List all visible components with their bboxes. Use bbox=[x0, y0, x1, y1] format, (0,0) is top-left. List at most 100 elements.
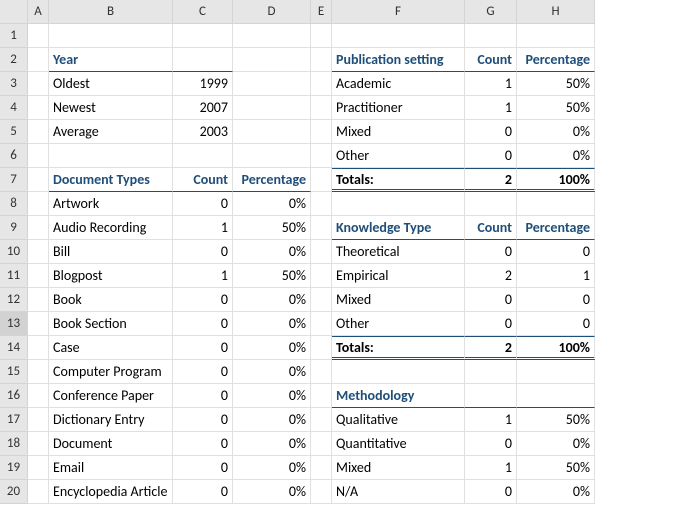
cell[interactable] bbox=[465, 384, 517, 408]
cell[interactable]: Book bbox=[49, 288, 173, 312]
doc-header-pct[interactable]: Percentage bbox=[233, 168, 311, 192]
cell[interactable]: 1 bbox=[517, 264, 595, 288]
cell[interactable]: 0% bbox=[517, 120, 595, 144]
know-header-pct[interactable]: Percentage bbox=[517, 216, 595, 240]
cell[interactable] bbox=[173, 144, 233, 168]
cell[interactable]: 0 bbox=[465, 240, 517, 264]
cell[interactable]: 0 bbox=[465, 432, 517, 456]
row-header[interactable]: 19 bbox=[0, 456, 28, 480]
cell[interactable]: Mixed bbox=[332, 120, 465, 144]
col-header-A[interactable]: A bbox=[28, 0, 49, 24]
doc-header-label[interactable]: Document Types bbox=[49, 168, 173, 192]
cell[interactable] bbox=[517, 192, 595, 216]
cell[interactable]: 0 bbox=[517, 312, 595, 336]
cell[interactable]: 0 bbox=[465, 288, 517, 312]
cell[interactable] bbox=[28, 408, 49, 432]
cell[interactable]: Mixed bbox=[332, 288, 465, 312]
cell[interactable] bbox=[28, 24, 49, 48]
year-header[interactable]: Year bbox=[49, 48, 173, 72]
cell[interactable] bbox=[311, 216, 332, 240]
cell[interactable] bbox=[465, 24, 517, 48]
cell[interactable]: 0% bbox=[233, 456, 311, 480]
cell[interactable] bbox=[311, 360, 332, 384]
cell[interactable]: Email bbox=[49, 456, 173, 480]
cell[interactable] bbox=[517, 24, 595, 48]
col-header-B[interactable]: B bbox=[49, 0, 173, 24]
know-header-count[interactable]: Count bbox=[465, 216, 517, 240]
col-header-G[interactable]: G bbox=[465, 0, 517, 24]
row-header[interactable]: 3 bbox=[0, 72, 28, 96]
pub-total-pct[interactable]: 100% bbox=[517, 168, 595, 192]
cell[interactable]: 50% bbox=[517, 96, 595, 120]
col-header-E[interactable]: E bbox=[311, 0, 332, 24]
cell[interactable] bbox=[311, 72, 332, 96]
row-header[interactable]: 7 bbox=[0, 168, 28, 192]
cell[interactable]: 0 bbox=[465, 480, 517, 504]
cell[interactable] bbox=[311, 24, 332, 48]
row-header[interactable]: 12 bbox=[0, 288, 28, 312]
cell[interactable] bbox=[311, 264, 332, 288]
cell[interactable] bbox=[517, 384, 595, 408]
cell[interactable] bbox=[28, 288, 49, 312]
cell[interactable]: 0% bbox=[233, 336, 311, 360]
cell[interactable]: Computer Program bbox=[49, 360, 173, 384]
cell[interactable]: Average bbox=[49, 120, 173, 144]
cell[interactable]: 0% bbox=[233, 240, 311, 264]
cell[interactable] bbox=[311, 192, 332, 216]
pub-total-label[interactable]: Totals: bbox=[332, 168, 465, 192]
cell[interactable]: Artwork bbox=[49, 192, 173, 216]
pub-total-count[interactable]: 2 bbox=[465, 168, 517, 192]
cell[interactable] bbox=[49, 24, 173, 48]
row-header[interactable]: 17 bbox=[0, 408, 28, 432]
cell[interactable]: Academic bbox=[332, 72, 465, 96]
cell[interactable] bbox=[465, 192, 517, 216]
cell[interactable]: Oldest bbox=[49, 72, 173, 96]
cell[interactable]: Other bbox=[332, 312, 465, 336]
row-header[interactable]: 13 bbox=[0, 312, 28, 336]
cell[interactable] bbox=[28, 216, 49, 240]
cell[interactable]: 0 bbox=[173, 456, 233, 480]
cell[interactable]: 0% bbox=[233, 408, 311, 432]
cell[interactable]: 0 bbox=[465, 120, 517, 144]
cell[interactable]: Other bbox=[332, 144, 465, 168]
cell[interactable] bbox=[28, 120, 49, 144]
know-total-pct[interactable]: 100% bbox=[517, 336, 595, 360]
cell[interactable]: 50% bbox=[233, 216, 311, 240]
cell[interactable]: 50% bbox=[517, 408, 595, 432]
cell[interactable]: 2 bbox=[465, 264, 517, 288]
cell[interactable]: 0 bbox=[517, 240, 595, 264]
cell[interactable] bbox=[233, 144, 311, 168]
cell[interactable]: 1 bbox=[173, 216, 233, 240]
cell[interactable]: 0 bbox=[173, 480, 233, 504]
cell[interactable] bbox=[28, 240, 49, 264]
cell[interactable]: 0 bbox=[173, 192, 233, 216]
know-total-label[interactable]: Totals: bbox=[332, 336, 465, 360]
cell[interactable] bbox=[28, 144, 49, 168]
cell[interactable]: Mixed bbox=[332, 456, 465, 480]
cell[interactable]: 0 bbox=[173, 240, 233, 264]
cell[interactable]: 0 bbox=[173, 432, 233, 456]
cell[interactable] bbox=[28, 384, 49, 408]
cell[interactable] bbox=[311, 408, 332, 432]
cell[interactable]: Document bbox=[49, 432, 173, 456]
cell[interactable]: 0% bbox=[517, 144, 595, 168]
meth-header-label[interactable]: Methodology bbox=[332, 384, 465, 408]
cell[interactable]: 0 bbox=[465, 144, 517, 168]
cell[interactable]: 0% bbox=[233, 312, 311, 336]
cell[interactable]: Blogpost bbox=[49, 264, 173, 288]
cell[interactable] bbox=[28, 168, 49, 192]
row-header[interactable]: 1 bbox=[0, 24, 28, 48]
cell[interactable] bbox=[311, 120, 332, 144]
cell[interactable] bbox=[233, 120, 311, 144]
cell[interactable]: 0% bbox=[233, 384, 311, 408]
cell[interactable]: 0% bbox=[517, 432, 595, 456]
row-header[interactable]: 9 bbox=[0, 216, 28, 240]
cell[interactable]: Bill bbox=[49, 240, 173, 264]
cell[interactable] bbox=[28, 456, 49, 480]
cell[interactable] bbox=[332, 24, 465, 48]
row-header[interactable]: 15 bbox=[0, 360, 28, 384]
cell[interactable]: 1 bbox=[465, 96, 517, 120]
cell[interactable]: 1 bbox=[465, 408, 517, 432]
cell[interactable] bbox=[311, 144, 332, 168]
cell[interactable] bbox=[311, 384, 332, 408]
